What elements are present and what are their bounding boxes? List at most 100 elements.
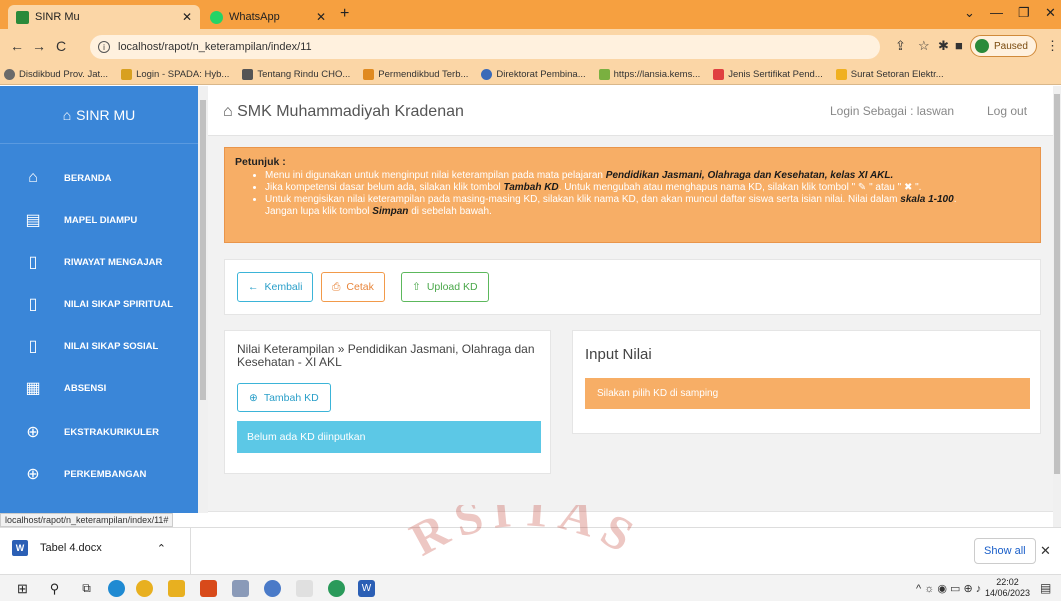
new-tab-icon[interactable]: + xyxy=(340,5,349,23)
profile-status: Paused xyxy=(994,40,1028,52)
tab-title: WhatsApp xyxy=(229,11,280,23)
print-icon: ⎙ xyxy=(332,280,341,293)
bookmark-icon xyxy=(121,69,133,80)
chevron-up-icon[interactable]: ⌃ xyxy=(157,542,166,555)
back-icon[interactable]: ← xyxy=(10,38,24,54)
chrome-icon[interactable] xyxy=(328,580,345,597)
download-bar: W Tabel 4.docx ⌃ Show all ✕ xyxy=(0,527,1061,574)
show-all-button[interactable]: Show all xyxy=(974,538,1036,564)
close-icon[interactable]: ✕ xyxy=(1040,543,1051,559)
reload-icon[interactable]: C xyxy=(56,38,66,54)
bookmark-item[interactable]: Login - SPADA: Hyb... xyxy=(121,69,229,80)
bookmark-item[interactable]: Tentang Rindu CHO... xyxy=(242,69,350,80)
graduation-cap-icon: ⌂ xyxy=(62,106,72,123)
bookmark-item[interactable]: Permendikbud Terb... xyxy=(363,69,468,80)
file-icon: ▯ xyxy=(28,254,38,271)
url-input[interactable]: i localhost/rapot/n_keterampilan/index/1… xyxy=(90,35,880,59)
bookmark-item[interactable]: Direktorat Pembina... xyxy=(481,69,586,80)
top-navbar: ⌂ SMK Muhammadiyah Kradenan Login Sebaga… xyxy=(208,86,1053,136)
tab-sinr-mu[interactable]: SINR Mu ✕ xyxy=(8,5,200,29)
sidebar-item-mapel-diampu[interactable]: ▤ MAPEL DIAMPU xyxy=(0,199,198,241)
word-file-icon: W xyxy=(12,540,28,556)
globe-icon: ⊕ xyxy=(26,424,40,441)
sidebar-scrollbar[interactable] xyxy=(198,86,208,513)
globe-icon: ⊕ xyxy=(26,466,40,483)
graduation-cap-icon: ⌂ xyxy=(223,103,238,120)
sidebar-brand[interactable]: ⌂ SINR MU xyxy=(0,86,198,144)
system-tray[interactable]: ^ ☼ ◉ ▭ ⊕ ♪ xyxy=(916,582,981,595)
instructions-list: Menu ini digunakan untuk menginput nilai… xyxy=(235,170,1030,218)
search-icon[interactable]: ⚲ xyxy=(46,580,63,597)
login-user-label: Login Sebagai : laswan xyxy=(830,104,955,118)
scrollbar-thumb[interactable] xyxy=(200,100,206,400)
forward-icon[interactable]: → xyxy=(32,38,46,54)
action-panel: ← Kembali ⎙ Cetak ⇧ Upload KD xyxy=(224,259,1041,315)
bookmark-icon xyxy=(242,69,254,80)
kd-empty-alert: Belum ada KD diinputkan xyxy=(237,421,541,453)
info-icon[interactable]: i xyxy=(98,41,110,53)
chevron-down-icon[interactable]: ⌄ xyxy=(964,5,975,21)
task-view-icon[interactable]: ⧉ xyxy=(78,580,95,597)
logout-link[interactable]: Log out xyxy=(987,104,1027,118)
sidebar-item-beranda[interactable]: ⌂ BERANDA xyxy=(0,157,198,199)
page-scrollbar[interactable] xyxy=(1053,86,1061,527)
sidebar-item-ekstrakurikuler[interactable]: ⊕ EKSTRAKURIKULER xyxy=(0,411,198,453)
profile-button[interactable]: Paused xyxy=(970,35,1037,57)
sidebar: ⌂ SINR MU ⌂ BERANDA ▤ MAPEL DIAMPU ▯ RIW… xyxy=(0,86,198,513)
cetak-button[interactable]: ⎙ Cetak xyxy=(321,272,385,302)
download-item[interactable]: W Tabel 4.docx ⌃ xyxy=(12,540,166,556)
instruction-item: Jika kompetensi dasar belum ada, silakan… xyxy=(265,182,1030,194)
bookmark-item[interactable]: Jenis Sertifikat Pend... xyxy=(713,69,823,80)
instruction-item: Menu ini digunakan untuk menginput nilai… xyxy=(265,170,1030,182)
bookmark-icon xyxy=(713,69,725,80)
sidebar-item-nilai-sikap-spiritual[interactable]: ▯ NILAI SIKAP SPIRITUAL xyxy=(0,283,198,325)
notification-icon[interactable]: ▤ xyxy=(1040,581,1051,595)
plus-circle-icon: ⊕ xyxy=(249,391,258,404)
sidepanel-icon[interactable]: ■ xyxy=(955,38,963,53)
browser-tab-strip: SINR Mu ✕ WhatsApp ✕ + ⌄ — ❐ ✕ xyxy=(0,0,1061,29)
upload-kd-button[interactable]: ⇧ Upload KD xyxy=(401,272,489,302)
app-icon[interactable] xyxy=(232,580,249,597)
sidebar-item-nilai-sikap-sosial[interactable]: ▯ NILAI SIKAP SOSIAL xyxy=(0,325,198,367)
url-text: localhost/rapot/n_keterampilan/index/11 xyxy=(118,41,312,53)
scrollbar-thumb[interactable] xyxy=(1054,94,1060,474)
input-nilai-title: Input Nilai xyxy=(585,346,652,363)
folder-icon[interactable] xyxy=(168,580,185,597)
edge-icon[interactable] xyxy=(108,580,125,597)
sidebar-item-absensi[interactable]: ▦ ABSENSI xyxy=(0,367,198,409)
close-tab-icon[interactable]: ✕ xyxy=(316,10,326,24)
windows-start-icon[interactable]: ⊞ xyxy=(14,580,31,597)
taskbar: ⊞ ⚲ ⧉ W ^ ☼ ◉ ▭ ⊕ ♪ 22:02 14/06/2023 ▤ xyxy=(0,574,1061,601)
divider xyxy=(190,528,191,574)
sidebar-item-perkembangan[interactable]: ⊕ PERKEMBANGAN xyxy=(0,453,198,495)
bookmark-item[interactable]: Disdikbud Prov. Jat... xyxy=(4,69,108,80)
menu-icon[interactable]: ⋮ xyxy=(1046,38,1059,54)
chrome-icon[interactable] xyxy=(136,580,153,597)
app-icon[interactable] xyxy=(200,580,217,597)
whatsapp-icon xyxy=(210,10,223,24)
restore-icon[interactable]: ❐ xyxy=(1018,5,1030,21)
word-icon[interactable]: W xyxy=(358,580,375,597)
close-tab-icon[interactable]: ✕ xyxy=(182,10,192,24)
sinr-favicon-icon xyxy=(16,10,29,24)
clock[interactable]: 22:02 14/06/2023 xyxy=(985,577,1030,599)
bookmark-item[interactable]: https://lansia.kems... xyxy=(598,69,700,80)
kd-panel: Nilai Keterampilan » Pendidikan Jasmani,… xyxy=(224,330,551,474)
tambah-kd-button[interactable]: ⊕ Tambah KD xyxy=(237,383,331,412)
kembali-button[interactable]: ← Kembali xyxy=(237,272,314,302)
sidebar-item-riwayat-mengajar[interactable]: ▯ RIWAYAT MENGAJAR xyxy=(0,241,198,283)
calendar-icon: ▦ xyxy=(25,380,41,397)
star-icon[interactable]: ☆ xyxy=(918,38,930,54)
tab-whatsapp[interactable]: WhatsApp ✕ xyxy=(202,5,334,29)
bookmark-item[interactable]: Surat Setoran Elektr... xyxy=(835,69,944,80)
app-icon[interactable] xyxy=(264,580,281,597)
address-bar: ← → C i localhost/rapot/n_keterampilan/i… xyxy=(0,29,1061,65)
instruction-item: Untuk mengisikan nilai keterampilan pada… xyxy=(265,194,1030,218)
share-icon[interactable]: ⇪ xyxy=(895,38,906,54)
file-icon[interactable] xyxy=(296,580,313,597)
close-window-icon[interactable]: ✕ xyxy=(1045,5,1056,21)
bookmark-icon xyxy=(481,69,493,80)
bookmark-icon xyxy=(4,69,15,80)
minimize-icon[interactable]: — xyxy=(990,5,1003,20)
extensions-icon[interactable]: ✱ xyxy=(938,38,949,54)
